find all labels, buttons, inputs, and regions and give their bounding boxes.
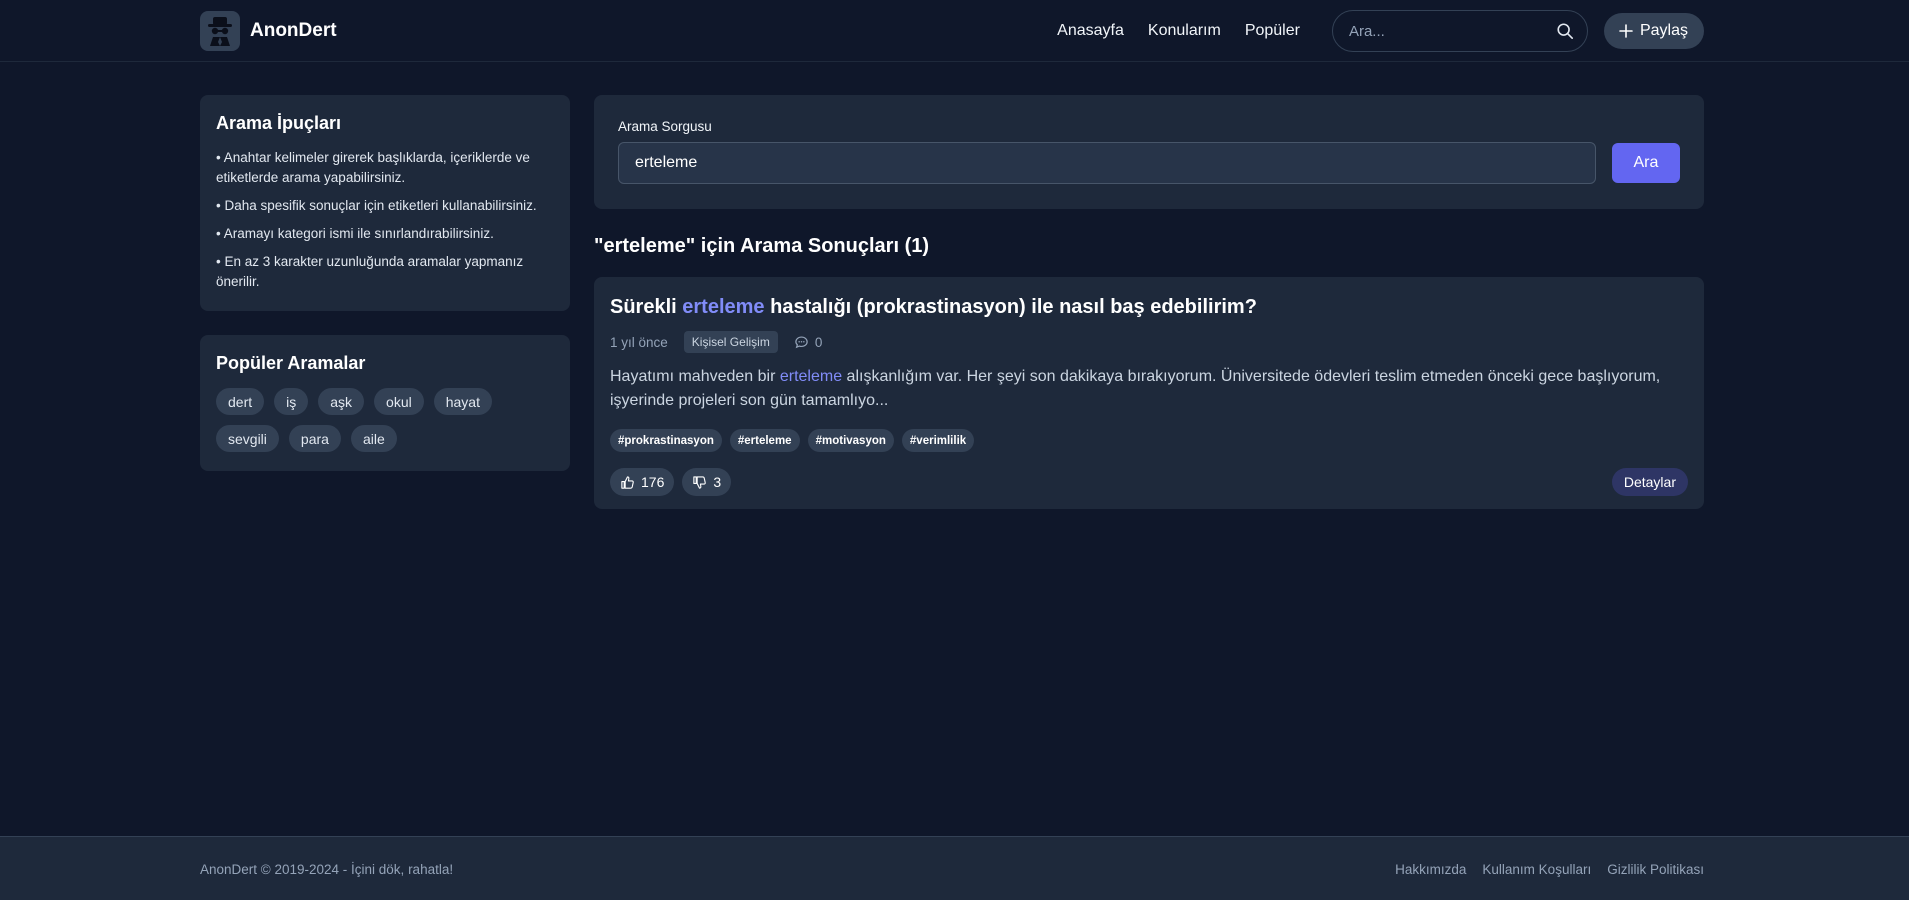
result-time: 1 yıl önce — [610, 334, 668, 350]
search-icon[interactable] — [1556, 22, 1574, 40]
result-category-badge[interactable]: Kişisel Gelişim — [683, 331, 778, 353]
result-actions: 176 3 Detaylar — [610, 468, 1688, 496]
result-tag[interactable]: #erteleme — [729, 429, 800, 452]
search-query-label: Arama Sorgusu — [618, 119, 712, 134]
search-tip: • Aramayı kategori ismi ile sınırlandıra… — [216, 226, 494, 241]
footer-inner: AnonDert © 2019-2024 - İçini dök, rahatl… — [200, 837, 1704, 900]
share-button[interactable]: Paylaş — [1603, 13, 1704, 49]
nav-link-home[interactable]: Anasayfa — [1057, 22, 1124, 40]
search-submit-button[interactable]: Ara — [1611, 143, 1680, 183]
header-inner: AnonDert Anasayfa Konularım Popüler Payl… — [200, 0, 1704, 62]
result-comments: 0 — [794, 334, 823, 350]
result-card: Sürekli erteleme hastalığı (prokrastinas… — [594, 277, 1704, 509]
dislike-button[interactable]: 3 — [682, 468, 732, 496]
search-tips-title: Arama İpuçları — [216, 113, 342, 133]
footer-link-terms[interactable]: Kullanım Koşulları — [1482, 862, 1591, 877]
nav-link-my-topics[interactable]: Konularım — [1148, 22, 1221, 40]
popular-search-chip[interactable]: sevgili — [216, 425, 279, 452]
like-button[interactable]: 176 — [610, 468, 675, 496]
header-search-input[interactable] — [1331, 10, 1588, 52]
result-excerpt-text: Hayatımı mahveden bir — [610, 368, 780, 385]
search-tips-card: Arama İpuçları • Anahtar kelimeler girer… — [200, 95, 570, 311]
popular-search-chip[interactable]: para — [288, 425, 341, 452]
share-button-label: Paylaş — [1639, 22, 1688, 39]
popular-searches-title: Popüler Aramalar — [216, 353, 366, 373]
popular-search-chip[interactable]: hayat — [433, 388, 492, 415]
search-tip: • En az 3 karakter uzunluğunda aramalar … — [216, 254, 524, 289]
result-title-highlight: erteleme — [682, 296, 765, 318]
search-query-input[interactable] — [618, 142, 1596, 184]
result-tags: #prokrastinasyon #erteleme #motivasyon #… — [610, 429, 1688, 452]
popular-search-chip[interactable]: aile — [350, 425, 397, 452]
thumbs-down-icon — [693, 475, 707, 489]
popular-search-chip[interactable]: dert — [216, 388, 265, 415]
footer-link-about[interactable]: Hakkımızda — [1395, 862, 1466, 877]
result-excerpt-highlight: erteleme — [779, 368, 843, 385]
main-nav: Anasayfa Konularım Popüler — [1057, 22, 1300, 40]
thumbs-up-icon — [621, 475, 634, 489]
result-title-text: Sürekli — [610, 296, 683, 318]
top-header: AnonDert Anasayfa Konularım Popüler Payl… — [0, 0, 1909, 62]
search-query-card: Arama Sorgusu Ara — [594, 95, 1704, 209]
result-meta: 1 yıl önce Kişisel Gelişim 0 — [610, 331, 1688, 353]
result-tag[interactable]: #verimlilik — [901, 429, 975, 452]
popular-search-chip[interactable]: iş — [274, 388, 309, 415]
popular-search-chip[interactable]: okul — [374, 388, 424, 415]
search-tip: • Anahtar kelimeler girerek başlıklarda,… — [216, 150, 530, 185]
incognito-logo-icon — [200, 11, 240, 51]
brand[interactable]: AnonDert — [200, 11, 337, 51]
footer: AnonDert © 2019-2024 - İçini dök, rahatl… — [0, 836, 1909, 900]
plus-icon — [1619, 24, 1633, 38]
like-count: 176 — [641, 474, 665, 490]
popular-search-chips: dert iş aşk okul hayat sevgili para aile — [216, 388, 516, 452]
result-tag[interactable]: #prokrastinasyon — [610, 429, 722, 452]
brand-name: AnonDert — [250, 20, 337, 41]
result-title[interactable]: Sürekli erteleme hastalığı (prokrastinas… — [610, 293, 1688, 321]
result-tag[interactable]: #motivasyon — [807, 429, 894, 452]
footer-links: Hakkımızda Kullanım Koşulları Gizlilik P… — [1395, 862, 1704, 877]
popular-searches-card: Popüler Aramalar dert iş aşk okul hayat … — [200, 335, 570, 471]
search-query-row: Ara — [618, 142, 1680, 184]
dislike-count: 3 — [713, 474, 722, 490]
header-search — [1331, 10, 1588, 52]
comment-icon — [795, 335, 808, 348]
popular-search-chip[interactable]: aşk — [318, 388, 365, 415]
results-title: "erteleme" için Arama Sonuçları (1) — [594, 235, 930, 257]
search-tip: • Daha spesifik sonuçlar için etiketleri… — [216, 198, 537, 213]
result-excerpt: Hayatımı mahveden bir erteleme alışkanlı… — [610, 365, 1688, 413]
details-button[interactable]: Detaylar — [1611, 468, 1688, 496]
footer-link-privacy[interactable]: Gizlilik Politikası — [1607, 862, 1704, 877]
nav-link-popular[interactable]: Popüler — [1245, 22, 1300, 40]
result-comment-count: 0 — [814, 334, 823, 350]
footer-copyright: AnonDert © 2019-2024 - İçini dök, rahatl… — [200, 861, 454, 877]
result-title-text: hastalığı (prokrastinasyon) ile nasıl ba… — [764, 296, 1257, 318]
